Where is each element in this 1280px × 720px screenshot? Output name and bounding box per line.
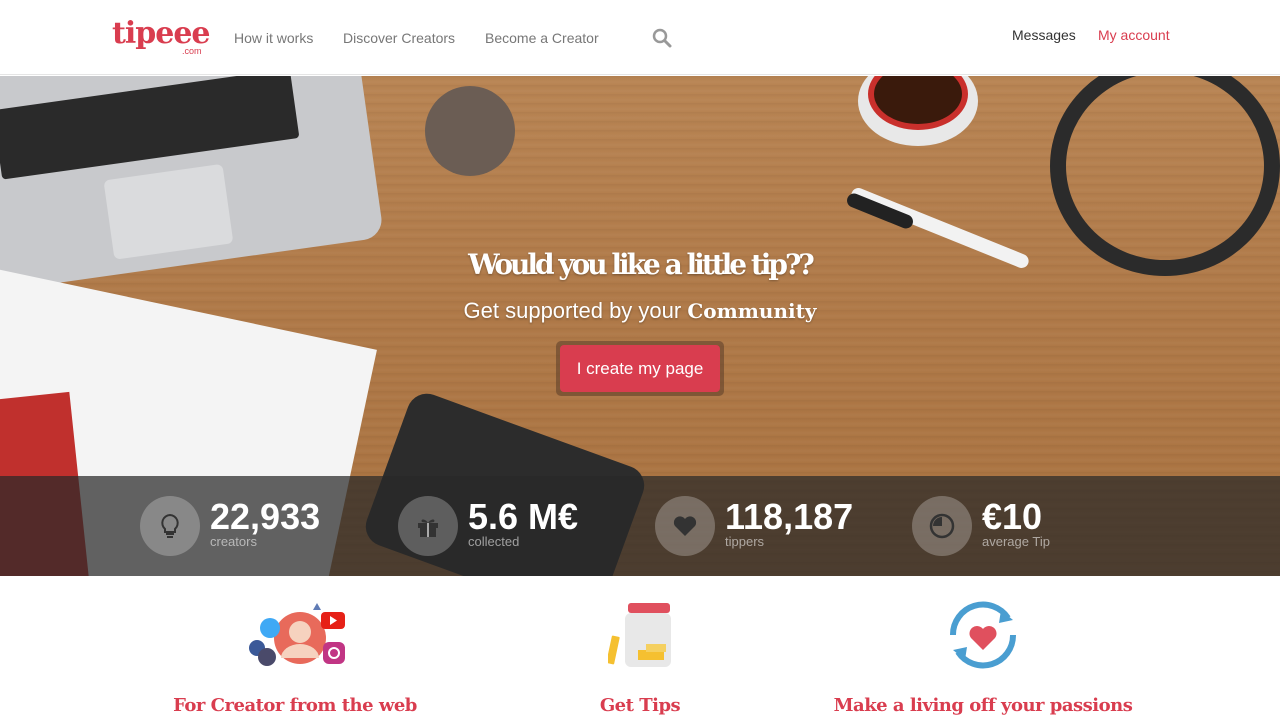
hero-subtitle: Get supported by your Community (0, 298, 1280, 324)
hero-section: Would you like a little tip?? Get suppor… (0, 76, 1280, 576)
tip-jar-icon (606, 600, 672, 675)
hero-subtitle-prefix: Get supported by your (463, 298, 682, 323)
stats-bar: 22,933 creators 5.6 M€ collected 118,187… (0, 476, 1280, 576)
pen-cup-image (425, 86, 515, 176)
create-page-button[interactable]: I create my page (560, 345, 720, 392)
stat-value-tippers: 118,187 (725, 496, 854, 537)
feature-title-living: Make a living off your passions (833, 695, 1133, 716)
stat-label-average: average Tip (982, 534, 1050, 549)
keyboard-image (0, 76, 300, 180)
hero-title: Would you like a little tip?? (468, 248, 815, 281)
lightbulb-icon (140, 496, 200, 556)
pie-chart-icon (912, 496, 972, 556)
gift-icon (398, 496, 458, 556)
feature-title-creator: For Creator from the web (173, 695, 417, 716)
logo-sub: .com (182, 46, 202, 56)
heart-icon (655, 496, 715, 556)
stat-value-collected: 5.6 M€ (468, 496, 579, 537)
nav-become-creator[interactable]: Become a Creator (485, 30, 599, 46)
nav-how-it-works[interactable]: How it works (234, 30, 313, 46)
stat-label-creators: creators (210, 534, 257, 549)
feature-title-tips: Get Tips (599, 695, 681, 716)
site-header: tipeee .com How it works Discover Creato… (0, 0, 1280, 75)
tipeee-logo[interactable]: tipeee .com (112, 16, 210, 56)
nav-messages[interactable]: Messages (1012, 27, 1076, 43)
stat-value-average: €10 (982, 496, 1043, 537)
stat-label-tippers: tippers (725, 534, 765, 549)
headphones-image (1050, 76, 1280, 276)
search-icon[interactable] (652, 28, 672, 48)
cta-wrapper: I create my page (556, 341, 724, 396)
social-creator-icon (245, 600, 350, 675)
stat-label-collected: collected (468, 534, 520, 549)
trackpad-image (103, 163, 234, 260)
stat-value-creators: 22,933 (210, 496, 321, 537)
hero-subtitle-bold: Community (687, 299, 817, 323)
heart-cycle-icon (943, 600, 1023, 675)
nav-my-account[interactable]: My account (1098, 27, 1170, 43)
nav-discover-creators[interactable]: Discover Creators (343, 30, 455, 46)
